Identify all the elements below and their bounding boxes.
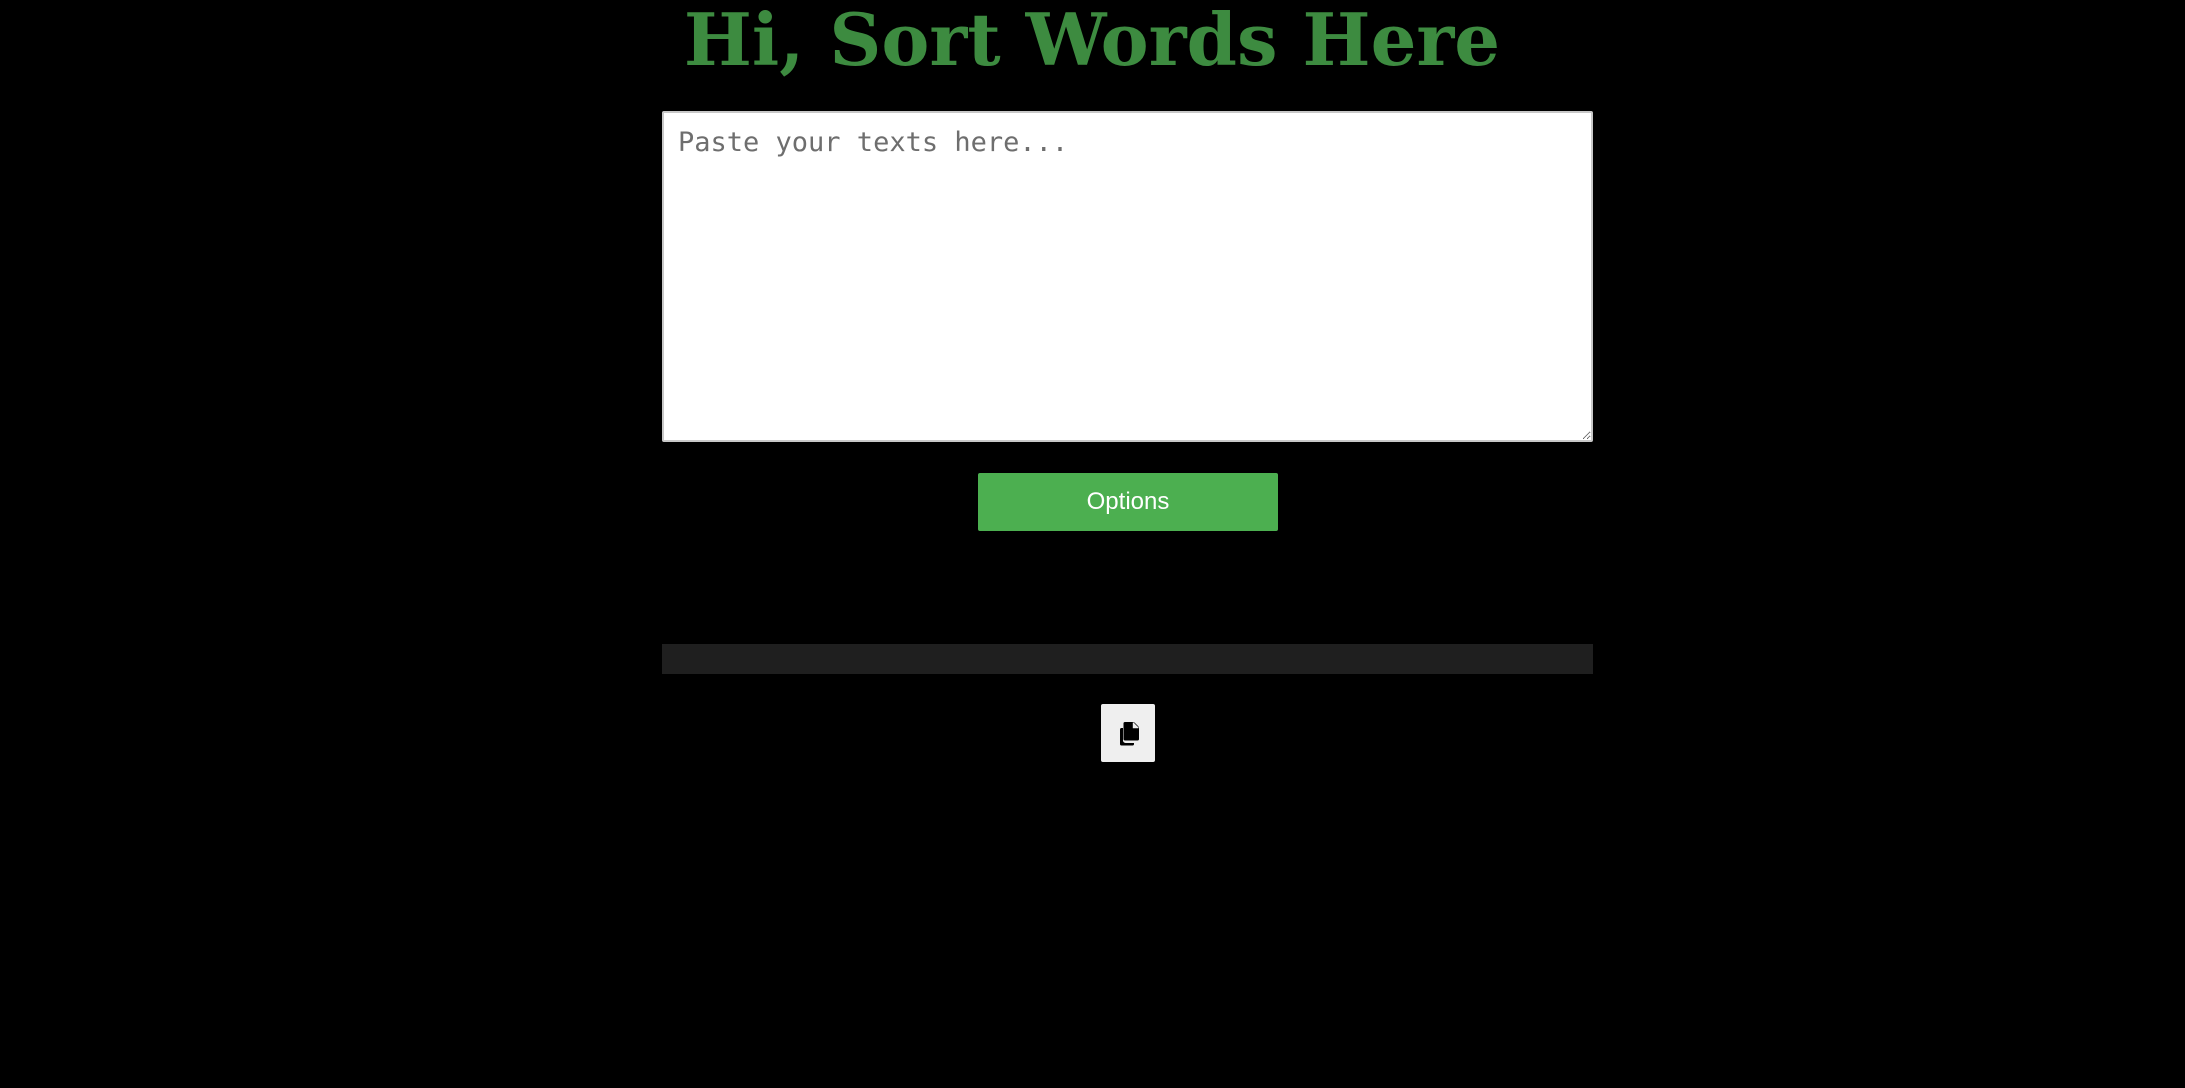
- options-button[interactable]: Options: [978, 473, 1278, 531]
- text-input[interactable]: [662, 111, 1593, 442]
- page: Hi, Sort Words Here Options: [0, 0, 2185, 1088]
- copy-icon: [1115, 720, 1141, 746]
- page-title: Hi, Sort Words Here: [683, 0, 1501, 82]
- copy-button[interactable]: [1101, 704, 1155, 762]
- output-area: [662, 644, 1593, 674]
